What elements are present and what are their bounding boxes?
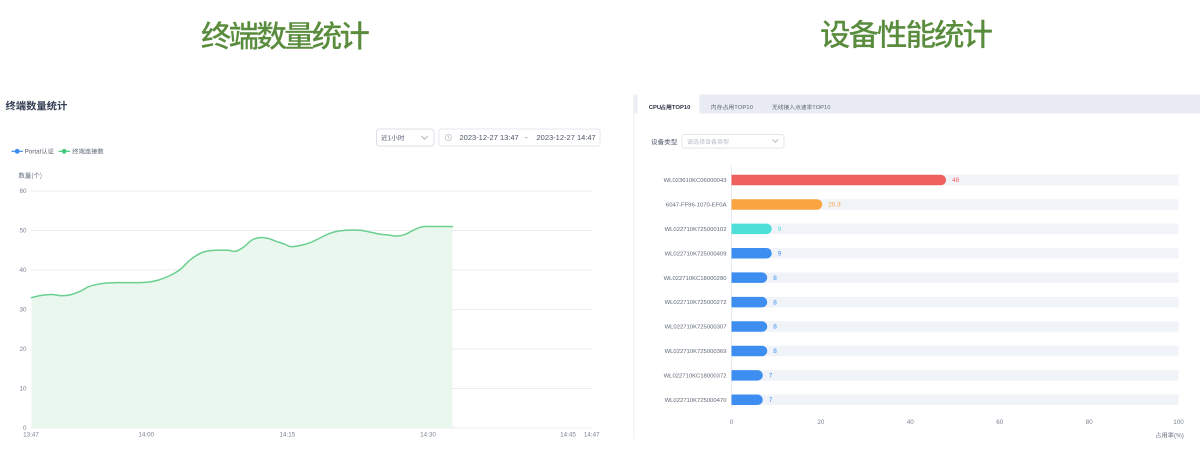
svg-text:2023-12-27 13:47: 2023-12-27 13:47: [460, 133, 519, 142]
svg-text:80: 80: [1086, 419, 1094, 426]
svg-text:13:47: 13:47: [23, 432, 39, 439]
svg-text:CPU: CPU: [649, 105, 661, 111]
svg-text:100: 100: [1173, 419, 1184, 426]
svg-text:TOP10: TOP10: [734, 105, 753, 111]
svg-text:2023-12-27 14:47: 2023-12-27 14:47: [537, 133, 596, 142]
svg-text:20: 20: [817, 419, 825, 426]
svg-text:8: 8: [773, 348, 777, 355]
svg-text:WL022710K725000409: WL022710K725000409: [665, 251, 727, 257]
svg-text:30: 30: [19, 307, 27, 314]
svg-text:9: 9: [778, 251, 782, 258]
svg-text:6047-FF96-1070-EF0A: 6047-FF96-1070-EF0A: [666, 203, 727, 209]
svg-text:50: 50: [19, 228, 27, 235]
svg-text:7: 7: [769, 373, 773, 380]
svg-text:TOP10: TOP10: [672, 105, 691, 111]
svg-text:14:00: 14:00: [138, 432, 154, 439]
svg-text:48: 48: [952, 177, 960, 184]
svg-text:60: 60: [996, 419, 1004, 426]
svg-text:WL023610KC06000043: WL023610KC06000043: [664, 178, 728, 184]
svg-text:40: 40: [19, 267, 27, 274]
svg-text:8: 8: [773, 324, 777, 331]
svg-text:14:47: 14:47: [584, 432, 600, 439]
svg-text:WL022710K725000369: WL022710K725000369: [665, 349, 727, 355]
svg-text:9: 9: [778, 226, 782, 233]
svg-text:8: 8: [773, 299, 777, 306]
svg-text:WL022710KC18000372: WL022710KC18000372: [664, 374, 727, 380]
svg-text:WL022710K725000102: WL022710K725000102: [665, 227, 727, 233]
svg-text:0: 0: [730, 419, 734, 426]
svg-text:20: 20: [19, 346, 27, 353]
svg-text:10: 10: [19, 386, 27, 393]
svg-text:14:15: 14:15: [280, 432, 296, 439]
svg-text:14:45: 14:45: [560, 432, 576, 439]
svg-text:20.3: 20.3: [828, 202, 841, 209]
svg-text:(%): (%): [1174, 433, 1184, 440]
svg-text:40: 40: [907, 419, 915, 426]
svg-text:60: 60: [19, 188, 27, 195]
svg-text:WL022710K725000272: WL022710K725000272: [665, 300, 727, 306]
svg-text:WL022710K725000470: WL022710K725000470: [665, 398, 728, 404]
svg-text:WL022710KC18000280: WL022710KC18000280: [664, 276, 728, 282]
svg-text:WL022710K725000307: WL022710K725000307: [665, 325, 727, 331]
svg-text:Portal: Portal: [25, 149, 41, 156]
svg-text:14:30: 14:30: [420, 432, 436, 439]
svg-text:7: 7: [769, 397, 773, 404]
svg-text:TOP10: TOP10: [812, 105, 830, 111]
svg-text:8: 8: [773, 275, 777, 282]
